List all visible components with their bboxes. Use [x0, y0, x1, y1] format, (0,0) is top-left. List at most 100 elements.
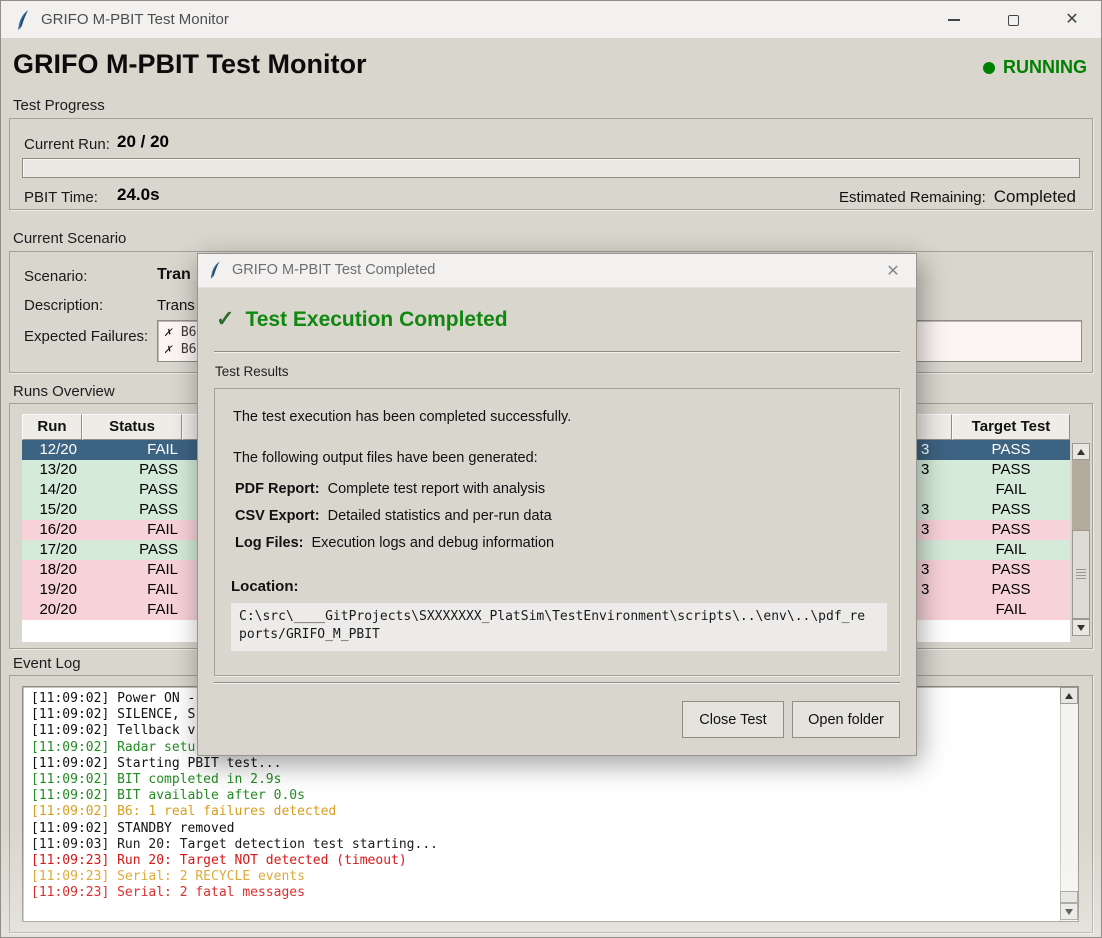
test-progress-label: Test Progress — [13, 97, 105, 114]
column-header-target-test[interactable]: Target Test — [952, 414, 1070, 440]
log-line: [11:09:02] BIT available after 0.0s — [31, 788, 438, 804]
output-file-label: CSV Export: — [235, 508, 320, 524]
failure-text: B6 — [181, 325, 197, 340]
location-path: C:\src\____GitProjects\SXXXXXXX_PlatSim\… — [239, 608, 866, 644]
os-titlebar: GRIFO M-PBIT Test Monitor ✕ — [1, 1, 1101, 39]
minimize-icon — [948, 19, 960, 21]
cell-status: PASS — [82, 540, 182, 560]
dialog-titlebar: GRIFO M-PBIT Test Completed ✕ — [198, 254, 916, 288]
scrollbar-trough[interactable] — [1072, 460, 1090, 530]
status-text: RUNNING — [1003, 57, 1087, 78]
log-line: [11:09:03] Run 20: Target detection test… — [31, 837, 438, 853]
dialog-message: The test execution has been completed su… — [233, 409, 571, 425]
event-log-label: Event Log — [13, 655, 81, 672]
estimated-remaining-label: Estimated Remaining: — [839, 189, 986, 206]
window-title: GRIFO M-PBIT Test Monitor — [41, 11, 229, 28]
close-icon: ✕ — [1065, 12, 1078, 28]
cell-target-test: PASS — [952, 440, 1070, 460]
description-label: Description: — [24, 297, 103, 314]
pbit-time-value: 24.0s — [117, 185, 160, 205]
failure-text: B6 — [181, 342, 197, 357]
runs-scrollbar[interactable] — [1072, 443, 1090, 636]
status-badge: RUNNING — [983, 57, 1087, 78]
cell-run: 20/20 — [22, 600, 82, 620]
output-file-row: PDF Report: Complete test report with ana… — [235, 481, 554, 508]
runs-overview-label: Runs Overview — [13, 383, 115, 400]
cell-hidden-value: 3 — [921, 580, 929, 600]
cell-target-test: PASS — [952, 500, 1070, 520]
cell-status: FAIL — [82, 520, 182, 540]
output-files-list: PDF Report: Complete test report with ana… — [235, 481, 554, 562]
cell-hidden-value: 3 — [921, 520, 929, 540]
separator — [214, 682, 900, 683]
output-file-desc: Detailed statistics and per-run data — [328, 508, 552, 524]
progress-bar — [22, 158, 1080, 178]
scroll-up-button[interactable] — [1060, 687, 1078, 704]
cell-status: FAIL — [82, 600, 182, 620]
cell-run: 17/20 — [22, 540, 82, 560]
open-folder-button[interactable]: Open folder — [792, 701, 900, 738]
close-button[interactable]: ✕ — [1049, 1, 1095, 39]
estimated-remaining: Estimated Remaining: Completed — [839, 187, 1076, 207]
cell-status: PASS — [82, 480, 182, 500]
log-scrollbar[interactable] — [1060, 687, 1078, 921]
maximize-button[interactable] — [990, 1, 1036, 39]
current-run-label: Current Run: — [24, 136, 110, 153]
output-file-label: Log Files: — [235, 535, 303, 551]
cell-run: 13/20 — [22, 460, 82, 480]
python-feather-icon — [16, 9, 31, 31]
cell-run: 15/20 — [22, 500, 82, 520]
test-results-label: Test Results — [215, 364, 289, 379]
scroll-up-button[interactable] — [1072, 443, 1090, 460]
dialog-heading: ✓ Test Execution Completed — [216, 306, 508, 332]
expected-failures-label: Expected Failures: — [24, 328, 148, 345]
output-file-label: PDF Report: — [235, 481, 320, 497]
location-label: Location: — [231, 578, 299, 595]
maximize-icon — [1008, 15, 1019, 26]
output-file-desc: Complete test report with analysis — [328, 481, 546, 497]
cell-status: FAIL — [82, 560, 182, 580]
arrow-down-icon — [1077, 625, 1085, 631]
dialog-heading-text: Test Execution Completed — [245, 308, 507, 332]
close-test-button[interactable]: Close Test — [682, 701, 784, 738]
cell-status: FAIL — [82, 440, 182, 460]
cell-run: 18/20 — [22, 560, 82, 580]
test-completed-dialog: GRIFO M-PBIT Test Completed ✕ ✓ Test Exe… — [197, 253, 917, 756]
cell-target-test: PASS — [952, 460, 1070, 480]
app-window: GRIFO M-PBIT Test Monitor ✕ GRIFO M-PBIT… — [0, 0, 1102, 938]
failure-mark-icon: ✗ — [164, 342, 172, 357]
thumb-grip-icon — [1076, 569, 1086, 580]
test-results-group: The test execution has been completed su… — [214, 388, 900, 676]
scenario-label: Scenario: — [24, 268, 87, 285]
scenario-value: Tran — [157, 266, 191, 284]
cell-run: 12/20 — [22, 440, 82, 460]
output-file-desc: Execution logs and debug information — [311, 535, 554, 551]
log-line: [11:09:02] B6: 1 real failures detected — [31, 804, 438, 820]
column-header-status[interactable]: Status — [82, 414, 182, 440]
separator — [214, 351, 900, 352]
close-icon: ✕ — [886, 261, 899, 281]
cell-status: PASS — [82, 460, 182, 480]
dialog-title: GRIFO M-PBIT Test Completed — [232, 262, 435, 278]
cell-run: 16/20 — [22, 520, 82, 540]
dialog-close-button[interactable]: ✕ — [874, 254, 912, 288]
cell-target-test: PASS — [952, 520, 1070, 540]
scrollbar-thumb[interactable] — [1060, 891, 1078, 903]
log-line: [11:09:23] Run 20: Target NOT detected (… — [31, 853, 438, 869]
dialog-files-intro: The following output files have been gen… — [233, 450, 538, 466]
current-scenario-label: Current Scenario — [13, 230, 126, 247]
cell-hidden-value: 3 — [921, 560, 929, 580]
cell-target-test: FAIL — [952, 540, 1070, 560]
scrollbar-thumb[interactable] — [1072, 530, 1090, 619]
column-header-run[interactable]: Run — [22, 414, 82, 440]
scroll-down-button[interactable] — [1072, 619, 1090, 636]
minimize-button[interactable] — [931, 1, 977, 39]
status-dot-icon — [983, 62, 995, 74]
cell-target-test: PASS — [952, 560, 1070, 580]
scroll-down-button[interactable] — [1060, 903, 1078, 920]
log-line: [11:09:02] Starting PBIT test... — [31, 756, 438, 772]
cell-hidden-value: 3 — [921, 460, 929, 480]
cell-status: FAIL — [82, 580, 182, 600]
log-line: [11:09:23] Serial: 2 RECYCLE events — [31, 869, 438, 885]
arrow-up-icon — [1065, 693, 1073, 699]
